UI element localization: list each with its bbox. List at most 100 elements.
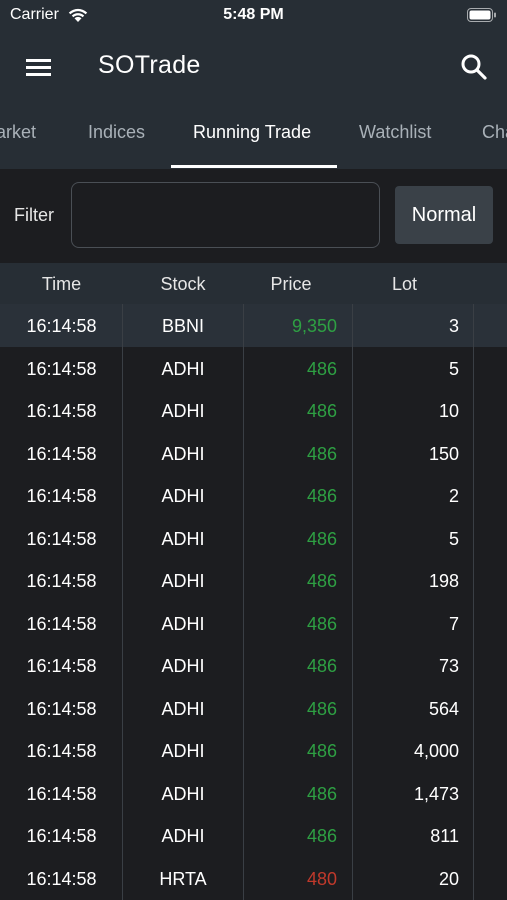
menu-button[interactable]	[20, 50, 58, 84]
trade-time: 16:14:58	[26, 868, 97, 889]
trade-price: 9,350	[291, 316, 337, 336]
trade-lot: 811	[430, 826, 459, 846]
column-divider	[243, 304, 244, 900]
trade-stock: HRTA	[159, 868, 207, 889]
trade-stock: ADHI	[161, 571, 205, 591]
trade-price: 480	[306, 868, 337, 889]
filter-input[interactable]	[71, 182, 380, 248]
trade-lot: 5	[448, 528, 459, 549]
trade-lot: 1,473	[413, 783, 459, 804]
trade-stock: ADHI	[161, 613, 205, 634]
trade-time: 16:14:58	[26, 486, 97, 506]
trade-stock: ADHI	[161, 741, 205, 761]
trade-stock: ADHI	[161, 401, 205, 421]
search-icon	[461, 54, 487, 80]
trade-lot: 20	[438, 868, 459, 889]
trade-lot: 5	[448, 358, 459, 379]
column-divider	[473, 304, 474, 900]
trade-price: 486	[306, 358, 337, 379]
running-trade-list: 16:14:58 BBNI 9,350 3 16:14:58 ADHI 486 5 16:14:…	[0, 304, 507, 899]
trade-stock: ADHI	[161, 528, 205, 549]
tab-bar: Market Indices Running Trade Watchlist C…	[0, 104, 507, 168]
trade-lot: 564	[428, 698, 459, 719]
trade-row[interactable]: 16:14:58 ADHI 486 1,473	[0, 772, 507, 815]
tab-watchlist[interactable]: Watchlist	[359, 122, 431, 143]
column-header-time[interactable]: Time	[0, 274, 123, 295]
trade-time: 16:14:58	[26, 528, 97, 549]
trade-price: 486	[306, 741, 337, 761]
trade-price: 486	[306, 783, 337, 804]
trade-time: 16:14:58	[26, 401, 97, 421]
trade-lot: 2	[448, 486, 459, 506]
trade-row[interactable]: 16:14:58 ADHI 486 811	[0, 814, 507, 857]
filter-bar: Filter Normal	[0, 169, 507, 263]
trade-stock: ADHI	[161, 783, 205, 804]
trade-price: 486	[306, 486, 337, 506]
trade-price: 486	[306, 613, 337, 634]
trade-row[interactable]: 16:14:58 BBNI 9,350 3	[0, 304, 507, 347]
trade-time: 16:14:58	[26, 741, 97, 761]
trade-row[interactable]: 16:14:58 ADHI 486 150	[0, 432, 507, 475]
trade-lot: 3	[448, 316, 459, 336]
trade-time: 16:14:58	[26, 826, 97, 846]
trade-time: 16:14:58	[26, 783, 97, 804]
trade-time: 16:14:58	[26, 698, 97, 719]
trade-lot: 4,000	[413, 741, 459, 761]
tab-running-trade[interactable]: Running Trade	[193, 122, 311, 143]
trade-stock: ADHI	[161, 358, 205, 379]
trade-stock: ADHI	[161, 486, 205, 506]
trade-lot: 7	[448, 613, 459, 634]
trade-price: 486	[306, 656, 337, 676]
trade-stock: ADHI	[161, 443, 205, 464]
tab-chart[interactable]: Chart	[482, 122, 507, 143]
app-bar: SOTrade	[0, 36, 507, 98]
trade-lot: 150	[428, 443, 459, 464]
table-header: Time Stock Price Lot	[0, 263, 507, 304]
trade-time: 16:14:58	[26, 571, 97, 591]
trade-row[interactable]: 16:14:58 ADHI 486 2	[0, 474, 507, 517]
tab-market[interactable]: Market	[0, 122, 36, 143]
trade-time: 16:14:58	[26, 613, 97, 634]
active-tab-indicator	[171, 165, 337, 168]
status-time: 5:48 PM	[223, 6, 284, 23]
trade-row[interactable]: 16:14:58 ADHI 486 10	[0, 389, 507, 432]
battery-icon	[467, 7, 497, 28]
trade-stock: ADHI	[161, 698, 205, 719]
trade-row[interactable]: 16:14:58 ADHI 486 5	[0, 517, 507, 560]
trade-lot: 73	[438, 656, 459, 676]
trade-price: 486	[306, 401, 337, 421]
column-header-price[interactable]: Price	[243, 274, 339, 295]
trade-row[interactable]: 16:14:58 ADHI 486 73	[0, 644, 507, 687]
trade-lot: 198	[428, 571, 459, 591]
column-header-stock[interactable]: Stock	[123, 274, 243, 295]
trade-time: 16:14:58	[26, 316, 97, 336]
app-header: Carrier 5:48 PM SOTrade arket Indices Ru…	[0, 0, 507, 169]
trade-stock: ADHI	[161, 656, 205, 676]
trade-price: 486	[306, 528, 337, 549]
trade-price: 486	[306, 826, 337, 846]
trade-stock: ADHI	[161, 826, 205, 846]
hamburger-icon	[26, 59, 51, 76]
trade-time: 16:14:58	[26, 358, 97, 379]
trade-time: 16:14:58	[26, 443, 97, 464]
search-button[interactable]	[455, 48, 493, 86]
trade-time: 16:14:58	[26, 656, 97, 676]
trade-row[interactable]: 16:14:58 ADHI 486 5	[0, 347, 507, 390]
trade-stock: BBNI	[161, 316, 204, 336]
column-header-lot[interactable]: Lot	[352, 274, 457, 295]
trade-row[interactable]: 16:14:58 ADHI 486 7	[0, 602, 507, 645]
mode-button[interactable]: Normal	[395, 186, 493, 244]
trade-price: 486	[306, 571, 337, 591]
app-title: SOTrade	[98, 51, 201, 79]
trade-price: 486	[306, 698, 337, 719]
trade-row[interactable]: 16:14:58 ADHI 486 4,000	[0, 729, 507, 772]
filter-label: Filter	[14, 205, 54, 225]
column-divider	[352, 304, 353, 900]
trade-row[interactable]: 16:14:58 HRTA 480 20	[0, 857, 507, 900]
tab-indices[interactable]: Indices	[88, 122, 145, 143]
status-bar: Carrier 5:48 PM	[0, 0, 507, 32]
trade-row[interactable]: 16:14:58 ADHI 486 564	[0, 687, 507, 730]
column-divider	[122, 304, 123, 900]
trade-row[interactable]: 16:14:58 ADHI 486 198	[0, 559, 507, 602]
trade-lot: 10	[438, 401, 459, 421]
